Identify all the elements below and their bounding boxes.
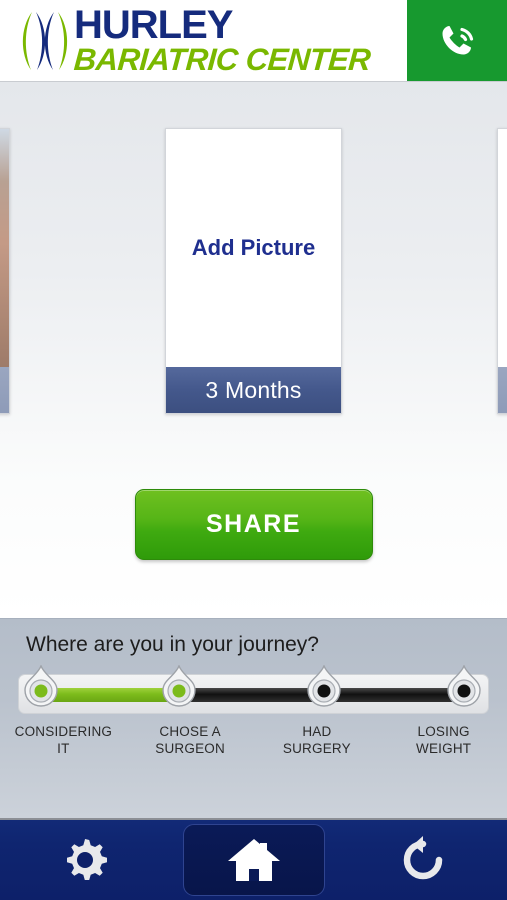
carousel-card-next[interactable]: [497, 128, 507, 414]
journey-slider[interactable]: [18, 665, 489, 714]
journey-stage-labels: CONSIDERING IT CHOSE A SURGEON HAD SURGE…: [0, 724, 507, 758]
journey-stage-label-4-line1: LOSING: [417, 724, 470, 739]
home-icon: [227, 839, 280, 881]
teardrop-slider-handle-2[interactable]: [161, 665, 197, 707]
gear-icon: [66, 839, 107, 880]
journey-stage-label-3[interactable]: HAD SURGERY: [254, 724, 381, 758]
journey-stage-label-1[interactable]: CONSIDERING IT: [0, 724, 127, 758]
journey-stage-label-2[interactable]: CHOSE A SURGEON: [127, 724, 254, 758]
journey-slider-track[interactable]: [41, 688, 468, 702]
journey-stage-label-1-line1: CONSIDERING: [14, 724, 113, 739]
hurley-lens-logo-icon: [22, 11, 68, 70]
card-period-label: 3 Months: [166, 367, 341, 413]
add-picture-area[interactable]: Add Picture: [166, 129, 341, 367]
journey-stage-label-3-line1: HAD: [302, 724, 332, 739]
journey-stage-label-2-line2: SURGEON: [155, 740, 225, 756]
journey-stage-label-1-line2: IT: [57, 740, 70, 756]
teardrop-slider-handle-1[interactable]: [23, 665, 59, 707]
card-photo: [0, 129, 9, 367]
teardrop-slider-handle-4[interactable]: [446, 665, 482, 707]
nav-item-refresh[interactable]: [352, 824, 494, 896]
progress-photo-carousel[interactable]: Add Picture 3 Months: [0, 128, 507, 418]
brand-name-primary: HURLEY: [74, 2, 233, 47]
call-button[interactable]: [407, 0, 507, 81]
bottom-navigation-bar: [0, 818, 507, 900]
share-button[interactable]: SHARE: [134, 489, 373, 560]
main-content: Add Picture 3 Months SHARE: [0, 82, 507, 618]
refresh-icon: [403, 836, 442, 880]
phone-call-icon: [442, 25, 474, 54]
card-photo: [498, 129, 507, 367]
add-picture-label: Add Picture: [191, 235, 316, 260]
nav-item-settings[interactable]: [14, 824, 156, 896]
teardrop-slider-handle-3[interactable]: [306, 665, 342, 707]
journey-question: Where are you in your journey?: [26, 633, 319, 656]
journey-stage-label-3-line2: SURGERY: [282, 740, 351, 756]
journey-stage-label-2-line1: CHOSE A: [159, 724, 221, 739]
carousel-card-current[interactable]: Add Picture 3 Months: [165, 128, 342, 414]
brand-name-secondary: BARIATRIC CENTER: [72, 42, 372, 78]
card-footer-label: [0, 367, 9, 413]
journey-stage-label-4[interactable]: LOSING WEIGHT: [380, 724, 507, 758]
brand-logo-text: HURLEY BARIATRIC CENTER: [72, 2, 372, 78]
brand-logo: HURLEY BARIATRIC CENTER: [0, 0, 407, 81]
card-footer-label: [498, 367, 507, 413]
journey-slider-progress: [41, 688, 179, 702]
carousel-card-previous[interactable]: [0, 128, 10, 414]
share-button-container: SHARE: [0, 489, 507, 560]
journey-panel: Where are you in your journey? CONSIDERI…: [0, 618, 507, 818]
journey-stage-label-4-line2: WEIGHT: [416, 740, 472, 756]
app-header: HURLEY BARIATRIC CENTER: [0, 0, 507, 82]
nav-item-home[interactable]: [182, 824, 325, 896]
